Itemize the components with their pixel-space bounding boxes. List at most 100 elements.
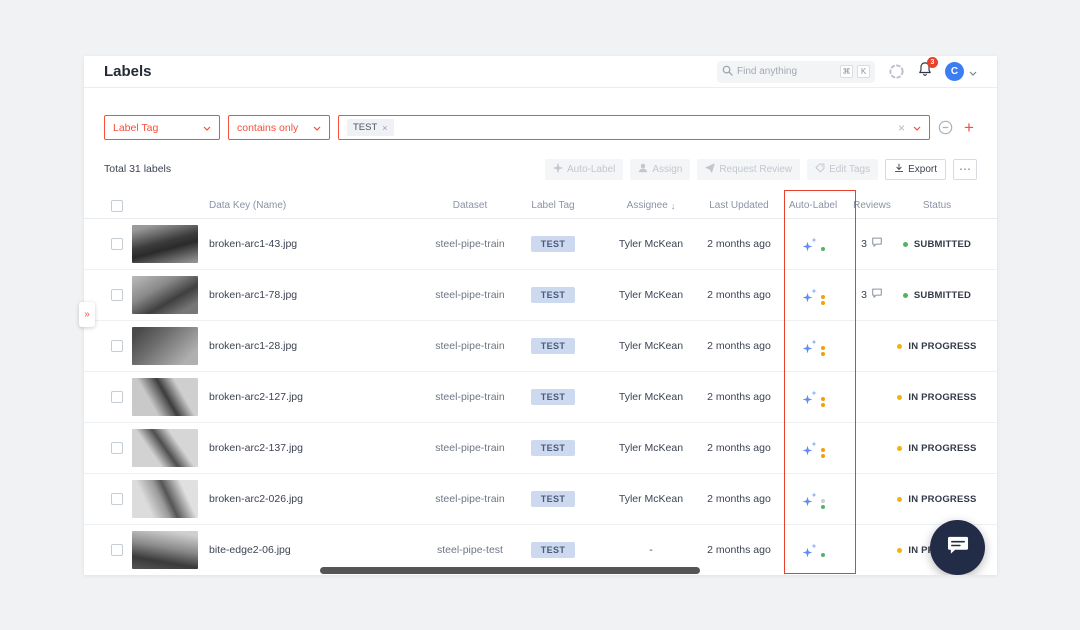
row-checkbox[interactable] (111, 238, 123, 250)
filter-field-select[interactable]: Label Tag (104, 115, 220, 140)
auto-label-sparkle-icon (802, 236, 817, 252)
thumbnail-image[interactable] (132, 531, 198, 569)
auto-label-cell[interactable] (777, 338, 849, 356)
last-updated-cell: 2 months ago (707, 544, 771, 556)
auto-label-cell[interactable] (777, 440, 849, 458)
column-dataset[interactable]: Dataset (435, 200, 505, 211)
table-row[interactable]: broken-arc2-137.jpg steel-pipe-train TES… (84, 423, 997, 474)
table-row[interactable]: broken-arc1-28.jpg steel-pipe-train TEST… (84, 321, 997, 372)
remove-filter-row-button[interactable] (938, 120, 953, 135)
data-key-cell[interactable]: broken-arc2-137.jpg (209, 442, 435, 454)
assignee-cell: Tyler McKean (618, 289, 684, 301)
notification-badge: 3 (927, 57, 938, 68)
data-key-cell[interactable]: broken-arc2-026.jpg (209, 493, 435, 505)
thumbnail-image[interactable] (132, 480, 198, 518)
add-filter-button[interactable]: + (961, 119, 977, 136)
send-icon (705, 162, 716, 176)
table-header-row: Data Key (Name) Dataset Label Tag Assign… (84, 193, 997, 219)
dataset-cell: steel-pipe-train (435, 289, 505, 301)
thumbnail-image[interactable] (132, 225, 198, 263)
column-data-key[interactable]: Data Key (Name) (209, 200, 435, 211)
status-cell: IN PROGRESS (895, 494, 979, 505)
select-all-checkbox[interactable] (111, 199, 123, 212)
row-checkbox[interactable] (111, 340, 123, 352)
labels-table: Data Key (Name) Dataset Label Tag Assign… (84, 193, 997, 575)
row-checkbox[interactable] (111, 442, 123, 454)
horizontal-scrollbar[interactable] (320, 567, 700, 574)
thumbnail-image[interactable] (132, 276, 198, 314)
status-dot (897, 496, 903, 502)
last-updated-cell: 2 months ago (707, 493, 771, 505)
column-auto-label[interactable]: Auto-Label (777, 200, 849, 211)
auto-label-cell[interactable] (777, 236, 849, 252)
data-key-cell[interactable]: broken-arc2-127.jpg (209, 391, 435, 403)
status-label: IN PROGRESS (908, 493, 977, 505)
filter-operator-select[interactable]: contains only (228, 115, 330, 140)
row-checkbox[interactable] (111, 544, 123, 556)
search-input[interactable] (737, 66, 836, 77)
chip-remove-icon[interactable]: × (382, 123, 387, 133)
last-updated-cell: 2 months ago (707, 442, 771, 454)
account-menu[interactable]: C (945, 62, 977, 81)
filter-field-value: Label Tag (113, 121, 159, 134)
label-tag-chip: TEST (530, 338, 576, 354)
status-label: IN PROGRESS (908, 340, 977, 352)
data-key-cell[interactable]: broken-arc1-28.jpg (209, 340, 435, 352)
label-tag-chip: TEST (530, 236, 576, 252)
auto-label-button[interactable]: Auto-Label (544, 158, 624, 180)
global-search[interactable]: ⌘ K (717, 60, 875, 83)
column-last-updated[interactable]: Last Updated (701, 200, 777, 211)
clear-filter-icon[interactable]: × (898, 121, 905, 135)
edit-tags-button[interactable]: Edit Tags (807, 158, 879, 180)
table-row[interactable]: broken-arc2-026.jpg steel-pipe-train TES… (84, 474, 997, 525)
request-review-button[interactable]: Request Review (697, 158, 801, 180)
thumbnail-image[interactable] (132, 327, 198, 365)
auto-label-status-dot (820, 247, 825, 251)
data-key-cell[interactable]: broken-arc1-78.jpg (209, 289, 435, 301)
auto-label-sparkle-icon (802, 287, 817, 303)
k-key-icon: K (857, 65, 870, 78)
chat-launcher-button[interactable] (930, 520, 985, 575)
more-actions-button[interactable]: ⋯ (953, 158, 977, 180)
table-row[interactable]: broken-arc1-43.jpg steel-pipe-train TEST… (84, 219, 997, 270)
auto-label-status-dot (820, 295, 825, 305)
chevron-down-icon (913, 122, 921, 134)
row-checkbox[interactable] (111, 493, 123, 505)
thumbnail-image[interactable] (132, 378, 198, 416)
reviews-cell[interactable]: 3 (849, 235, 895, 253)
auto-label-cell[interactable] (777, 287, 849, 305)
auto-label-status-dot (820, 346, 825, 356)
assignee-cell: Tyler McKean (618, 442, 684, 454)
table-row[interactable]: broken-arc1-78.jpg steel-pipe-train TEST… (84, 270, 997, 321)
cmd-key-icon: ⌘ (840, 65, 853, 78)
auto-label-cell[interactable] (777, 542, 849, 558)
data-key-cell[interactable]: bite-edge2-06.jpg (209, 544, 435, 556)
row-checkbox[interactable] (111, 391, 123, 403)
expand-sidebar-button[interactable]: » (79, 302, 95, 327)
chat-bubble-icon (946, 535, 970, 561)
page-title: Labels (104, 63, 152, 80)
column-label-tag[interactable]: Label Tag (505, 200, 601, 211)
status-dot (902, 241, 908, 247)
thumbnail-image[interactable] (132, 429, 198, 467)
column-status[interactable]: Status (895, 200, 979, 211)
filter-value-select[interactable]: TEST × × (338, 115, 930, 140)
auto-label-status-dot (820, 448, 825, 458)
column-assignee[interactable]: Assignee ↓ (601, 200, 701, 211)
comment-icon (871, 235, 883, 253)
auto-label-status-dot (820, 553, 825, 557)
status-cell: IN PROGRESS (895, 443, 979, 454)
tag-icon (815, 163, 825, 176)
notifications-button[interactable]: 3 (918, 57, 938, 82)
table-row[interactable]: broken-arc2-127.jpg steel-pipe-train TES… (84, 372, 997, 423)
reviews-cell[interactable]: 3 (849, 286, 895, 304)
auto-label-cell[interactable] (777, 389, 849, 407)
row-checkbox[interactable] (111, 289, 123, 301)
assign-button[interactable]: Assign (630, 158, 691, 180)
auto-label-cell[interactable] (777, 491, 849, 509)
data-key-cell[interactable]: broken-arc1-43.jpg (209, 238, 435, 250)
assignee-cell: Tyler McKean (618, 493, 684, 505)
filter-operator-value: contains only (237, 121, 299, 134)
export-button[interactable]: Export (885, 158, 946, 180)
column-reviews[interactable]: Reviews (849, 200, 895, 211)
